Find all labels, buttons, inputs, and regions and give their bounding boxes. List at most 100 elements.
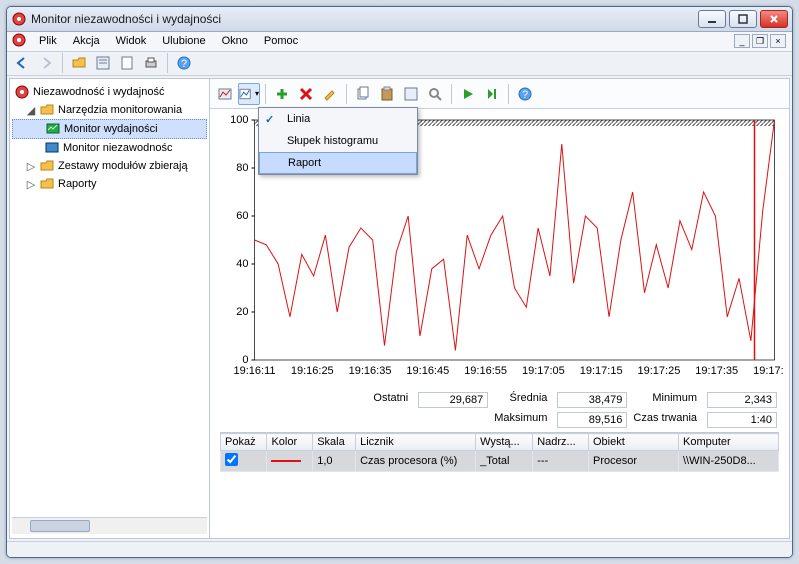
app-icon-small (11, 32, 27, 51)
svg-text:19:16:55: 19:16:55 (464, 365, 507, 377)
tree-reli-label: Monitor niezawodnośc (63, 142, 172, 154)
col-color[interactable]: Kolor (267, 434, 313, 451)
col-scale[interactable]: Skala (313, 434, 356, 451)
print-button[interactable] (140, 52, 162, 74)
mdi-restore-button[interactable]: ❐ (752, 34, 768, 48)
svg-text:100: 100 (230, 115, 248, 126)
stat-max-value: 89,516 (557, 412, 627, 428)
expand-icon[interactable]: ▷ (26, 178, 36, 191)
table-row[interactable]: 1,0 Czas procesora (%) _Total --- Proces… (221, 451, 779, 472)
minimize-button[interactable] (698, 10, 726, 28)
svg-text:?: ? (181, 58, 187, 70)
tree-perf-monitor[interactable]: Monitor wydajności (12, 119, 207, 139)
navigation-tree[interactable]: Niezawodność i wydajność ◢ Narzędzia mon… (10, 79, 210, 538)
svg-text:19:16:35: 19:16:35 (349, 365, 392, 377)
stat-dur-label: Czas trwania (633, 412, 701, 428)
menu-widok[interactable]: Widok (108, 33, 155, 49)
copy-button[interactable] (352, 83, 374, 105)
cell-inst: _Total (476, 451, 533, 472)
update-button[interactable] (481, 83, 503, 105)
col-parent[interactable]: Nadrz... (533, 434, 589, 451)
play-button[interactable] (457, 83, 479, 105)
tree-root[interactable]: Niezawodność i wydajność (12, 83, 207, 101)
stat-avg-label: Średnia (494, 392, 551, 408)
menu-item-histogram[interactable]: Słupek histogramu (259, 130, 417, 152)
cell-object: Procesor (589, 451, 679, 472)
svg-text:80: 80 (236, 162, 248, 174)
chart-type-menu: ✓Linia Słupek histogramu Raport (258, 107, 418, 175)
statusbar (7, 541, 792, 557)
add-counter-button[interactable] (271, 83, 293, 105)
titlebar: Monitor niezawodności i wydajności (7, 7, 792, 32)
app-icon (11, 11, 27, 27)
zoom-button[interactable] (424, 83, 446, 105)
open-button[interactable] (68, 52, 90, 74)
svg-text:19:17:50: 19:17:50 (753, 365, 783, 377)
menu-pomoc[interactable]: Pomoc (256, 33, 306, 49)
cell-show[interactable] (221, 451, 267, 472)
forward-button[interactable] (35, 52, 57, 74)
chart-toolbar: ▾ ? ✓Linia Słupek histogramu Raport (210, 79, 789, 109)
menu-akcja[interactable]: Akcja (65, 33, 108, 49)
back-button[interactable] (11, 52, 33, 74)
svg-text:19:17:15: 19:17:15 (580, 365, 623, 377)
menu-plik[interactable]: Plik (31, 33, 65, 49)
tree-reports[interactable]: ▷ Raporty (12, 175, 207, 193)
tree-reports-label: Raporty (58, 178, 97, 190)
collapse-icon[interactable]: ◢ (26, 104, 36, 117)
menubar: Plik Akcja Widok Ulubione Okno Pomoc _ ❐… (7, 32, 792, 52)
stats-panel: Ostatni 29,687 Średnia 38,479 Minimum 2,… (222, 392, 777, 428)
tree-sets-label: Zestawy modułów zbierają (58, 160, 188, 172)
col-computer[interactable]: Komputer (679, 434, 779, 451)
tree-group-label: Narzędzia monitorowania (58, 104, 182, 116)
col-counter[interactable]: Licznik (356, 434, 476, 451)
svg-text:40: 40 (236, 258, 248, 270)
col-inst[interactable]: Wystą... (476, 434, 533, 451)
svg-text:?: ? (522, 89, 528, 101)
paste-button[interactable] (376, 83, 398, 105)
color-swatch (271, 460, 301, 462)
stat-min-value: 2,343 (707, 392, 777, 408)
stat-avg-value: 38,479 (557, 392, 627, 408)
main-toolbar: ? (7, 52, 792, 77)
stat-dur-value: 1:40 (707, 412, 777, 428)
counter-table: Pokaż Kolor Skala Licznik Wystą... Nadrz… (220, 432, 779, 472)
menu-item-line[interactable]: ✓Linia (259, 108, 417, 130)
menu-ulubione[interactable]: Ulubione (154, 33, 213, 49)
col-show[interactable]: Pokaż (221, 434, 267, 451)
help-button-2[interactable]: ? (514, 83, 536, 105)
svg-text:19:16:11: 19:16:11 (233, 365, 275, 377)
cell-parent: --- (533, 451, 589, 472)
properties-button[interactable] (92, 52, 114, 74)
tree-scrollbar[interactable] (12, 517, 207, 534)
highlight-button[interactable] (319, 83, 341, 105)
properties-button-2[interactable] (400, 83, 422, 105)
maximize-button[interactable] (729, 10, 757, 28)
stat-max-label: Maksimum (494, 412, 551, 428)
tree-reliability-monitor[interactable]: Monitor niezawodnośc (12, 139, 207, 157)
menu-item-report[interactable]: Raport (259, 152, 417, 174)
export-button[interactable] (116, 52, 138, 74)
checkmark-icon: ✓ (265, 113, 274, 126)
show-checkbox[interactable] (225, 453, 238, 466)
cell-color (267, 451, 313, 472)
tree-monitoring-tools[interactable]: ◢ Narzędzia monitorowania (12, 101, 207, 119)
close-button[interactable] (760, 10, 788, 28)
remove-counter-button[interactable] (295, 83, 317, 105)
mdi-close-button[interactable]: × (770, 34, 786, 48)
col-object[interactable]: Obiekt (589, 434, 679, 451)
window-title: Monitor niezawodności i wydajności (31, 12, 698, 26)
chart-type-dropdown[interactable]: ▾ (238, 83, 260, 105)
tree-collector-sets[interactable]: ▷ Zestawy modułów zbierają (12, 157, 207, 175)
stat-min-label: Minimum (633, 392, 701, 408)
cell-counter: Czas procesora (%) (356, 451, 476, 472)
expand-icon[interactable]: ▷ (26, 160, 36, 173)
view-current-button[interactable] (214, 83, 236, 105)
svg-text:20: 20 (236, 306, 248, 318)
mdi-minimize-button[interactable]: _ (734, 34, 750, 48)
help-button[interactable]: ? (173, 52, 195, 74)
menu-okno[interactable]: Okno (214, 33, 256, 49)
svg-text:60: 60 (236, 210, 248, 222)
cell-scale: 1,0 (313, 451, 356, 472)
svg-text:19:16:25: 19:16:25 (291, 365, 334, 377)
